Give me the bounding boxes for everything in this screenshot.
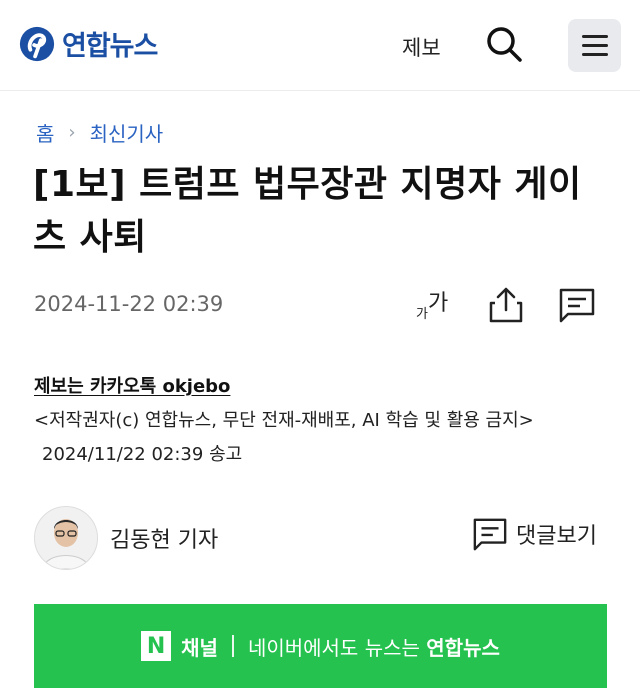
font-size-big-glyph: 가 [428, 291, 449, 316]
font-size-small-glyph: 가 [416, 307, 428, 322]
breadcrumb-home[interactable]: 홈 [36, 118, 54, 147]
comment-icon [473, 518, 507, 551]
yonhap-logo-icon [19, 26, 55, 61]
breadcrumb-section[interactable]: 최신기사 [90, 118, 164, 147]
menu-button[interactable] [568, 19, 621, 72]
share-icon[interactable] [487, 286, 525, 324]
font-size-button[interactable]: 가 가 [414, 285, 454, 325]
chevron-right-icon: › [68, 122, 76, 143]
copyright-notice: <저작권자(c) 연합뉴스, 무단 전재-재배포, AI 학습 및 활용 금지> [34, 410, 534, 431]
naver-channel-label: 채널 [181, 635, 218, 660]
divider [231, 635, 234, 657]
view-comments-button[interactable]: 댓글보기 [472, 516, 597, 552]
hamburger-icon-line [582, 44, 608, 47]
tip-link[interactable]: 제보는 카카오톡 okjebo [34, 372, 230, 398]
sent-timestamp: 2024/11/22 02:39 송고 [42, 444, 243, 465]
site-logo[interactable]: 연합뉴스 [18, 24, 158, 63]
hamburger-icon-line [582, 35, 608, 38]
naver-channel-banner[interactable]: N 채널 네이버에서도 뉴스는 연합뉴스 [34, 604, 607, 688]
naver-message-brand: 연합뉴스 [426, 635, 500, 660]
naver-message-pre: 네이버에서도 뉴스는 [247, 635, 427, 660]
hamburger-icon-line [582, 53, 608, 56]
jebo-link[interactable]: 제보 [402, 32, 441, 62]
article-title: [1보] 트럼프 법무장관 지명자 게이츠 사퇴 [33, 164, 582, 258]
article-date: 2024-11-22 02:39 [34, 292, 224, 316]
reporter-avatar[interactable] [34, 506, 98, 570]
breadcrumb: 홈 › 최신기사 [36, 118, 163, 147]
naver-n-icon: N [141, 631, 172, 661]
view-comments-label: 댓글보기 [516, 524, 597, 549]
comment-icon[interactable] [558, 287, 596, 323]
avatar-icon [35, 507, 97, 569]
naver-banner-message: 네이버에서도 뉴스는 연합뉴스 [248, 632, 500, 661]
site-header: 연합뉴스 제보 [0, 0, 640, 91]
reporter-name[interactable]: 김동현 기자 [110, 522, 218, 554]
logo-text: 연합뉴스 [62, 31, 158, 62]
search-icon[interactable] [484, 24, 524, 64]
